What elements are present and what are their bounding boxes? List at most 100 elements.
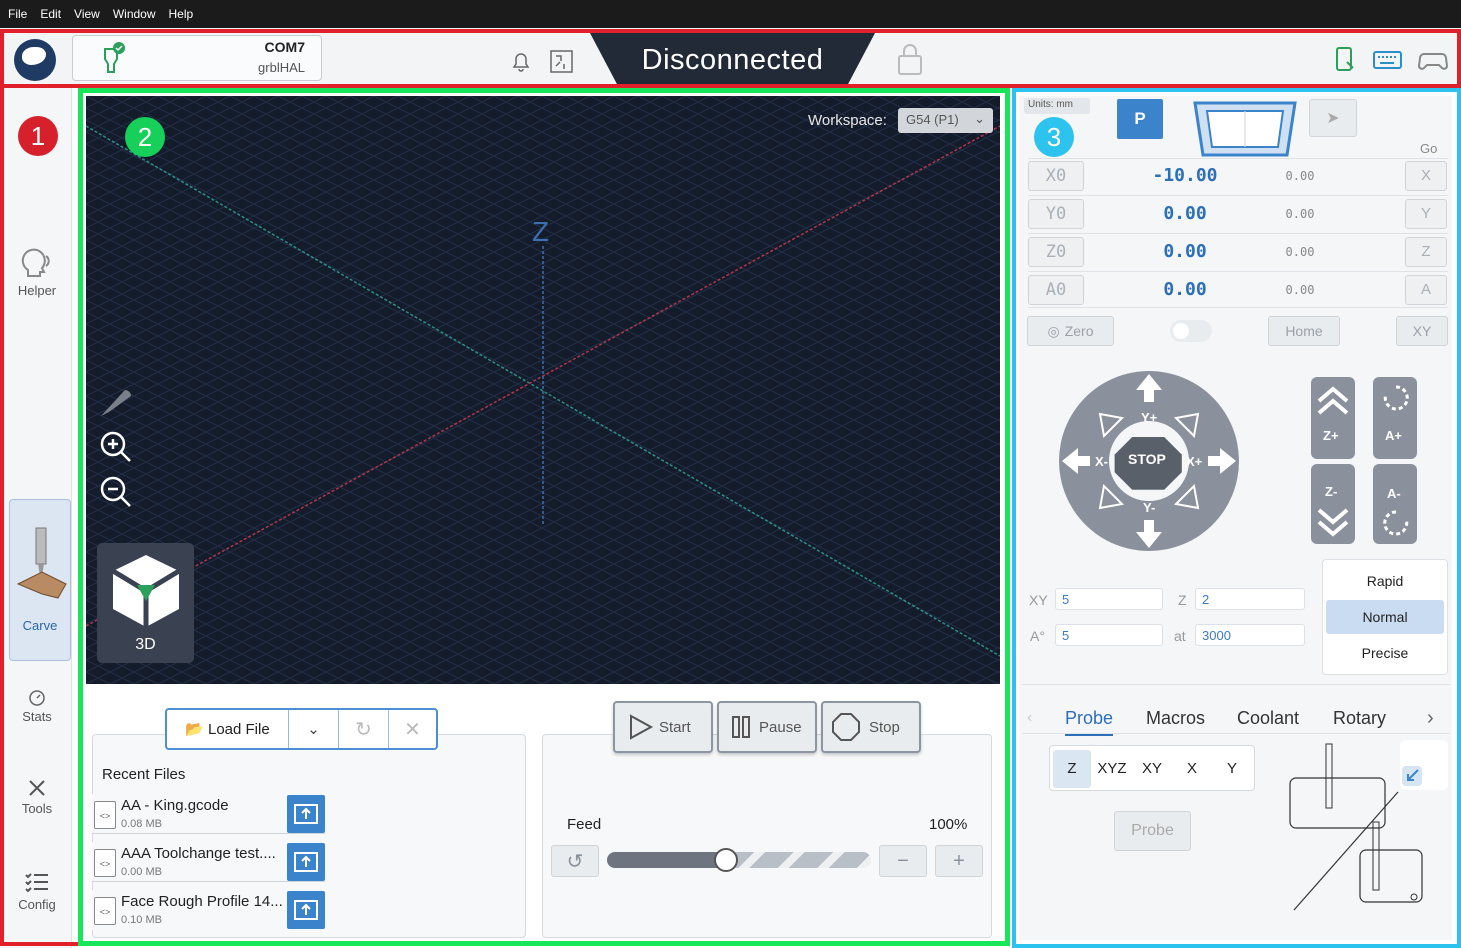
visualizer-canvas[interactable]	[86, 96, 1000, 684]
recent-file-item[interactable]: <> AAA Toolchange test.... 0.00 MB	[92, 842, 325, 882]
port-name: COM7	[264, 39, 305, 55]
workspace-select[interactable]: G54 (P1) ⌄	[898, 108, 993, 133]
a-position[interactable]: 0.00	[1130, 279, 1240, 300]
sidebar-item-helper[interactable]: Helper	[4, 248, 70, 304]
chevron-down-icon: ⌄	[974, 111, 985, 126]
annotation-badge-1: 1	[18, 116, 58, 156]
go-xy-button[interactable]: XY	[1396, 316, 1448, 346]
home-button[interactable]: Home	[1268, 316, 1340, 346]
jog-a-plus-button[interactable]: A+	[1373, 377, 1417, 459]
menu-help[interactable]: Help	[169, 7, 194, 21]
tab-macros[interactable]: Macros	[1146, 708, 1205, 729]
menu-edit[interactable]: Edit	[40, 7, 61, 21]
gamepad-icon[interactable]	[1418, 50, 1448, 72]
jog-a-minus-button[interactable]: A-	[1373, 464, 1417, 544]
speed-precise[interactable]: Precise	[1326, 636, 1444, 670]
firmware-board-icon[interactable]	[550, 50, 574, 74]
open-recent-button[interactable]	[287, 843, 325, 881]
load-file-group: 📂 Load File ⌄ ↻ ✕	[165, 708, 438, 750]
close-icon: ✕	[404, 718, 421, 741]
speed-normal[interactable]: Normal	[1326, 600, 1444, 634]
zero-y-button[interactable]: Y0	[1028, 199, 1084, 229]
jog-a-minus-label: A-	[1387, 486, 1401, 501]
feed-reset-button[interactable]: ↺	[551, 845, 599, 877]
y-position[interactable]: 0.00	[1130, 203, 1240, 224]
view-3d-button[interactable]: 3D	[97, 543, 194, 663]
reload-button[interactable]: ↻	[339, 710, 389, 748]
go-x-button[interactable]: X	[1405, 161, 1447, 191]
z-step-input[interactable]: 2	[1195, 588, 1305, 610]
zoom-out-icon[interactable]	[99, 475, 133, 509]
sidebar-item-label: Carve	[22, 618, 58, 633]
jog-y-minus[interactable]: Y-	[1143, 500, 1155, 515]
sidebar-item-config[interactable]: Config	[4, 870, 70, 920]
go-z-button[interactable]: Z	[1405, 237, 1447, 267]
jog-z-minus-button[interactable]: Z-	[1311, 464, 1355, 544]
stop-button[interactable]: Stop	[821, 701, 921, 753]
tabs-next-icon[interactable]: ›	[1427, 707, 1434, 730]
jog-stop-button[interactable]: STOP	[1128, 451, 1166, 467]
workspace-p-button[interactable]: P	[1117, 99, 1163, 139]
probe-button[interactable]: Probe	[1114, 811, 1191, 851]
sidebar-item-stats[interactable]: Stats	[4, 688, 70, 728]
pause-button[interactable]: Pause	[717, 701, 817, 753]
load-file-button[interactable]: 📂 Load File	[167, 710, 289, 748]
bell-icon[interactable]	[510, 50, 532, 74]
a-machine-position: 0.00	[1285, 283, 1315, 297]
workspace-label: Workspace:	[808, 112, 887, 129]
probe-type-z[interactable]: Z	[1053, 750, 1091, 788]
tab-coolant[interactable]: Coolant	[1237, 708, 1299, 729]
a-step-input[interactable]: 5	[1055, 624, 1163, 646]
feed-slider[interactable]	[607, 848, 871, 872]
menu-file[interactable]: File	[8, 7, 27, 21]
sidebar-item-tools[interactable]: Tools	[4, 778, 70, 822]
jog-x-plus[interactable]: X+	[1186, 454, 1202, 469]
zero-a-button[interactable]: A0	[1028, 275, 1084, 305]
jog-z-plus-button[interactable]: Z+	[1311, 377, 1355, 459]
firmware-name: grblHAL	[258, 60, 305, 75]
open-recent-button[interactable]	[287, 891, 325, 929]
folder-upload-icon	[294, 852, 318, 872]
zero-toggle[interactable]	[1170, 320, 1212, 342]
send-location-button[interactable]: ➤	[1309, 99, 1357, 137]
jog-y-plus[interactable]: Y+	[1141, 410, 1157, 425]
menu-view[interactable]: View	[74, 7, 100, 21]
start-button[interactable]: Start	[613, 701, 713, 753]
zoom-in-icon[interactable]	[99, 430, 133, 464]
tabs-prev-icon[interactable]: ‹	[1027, 709, 1032, 727]
remote-phone-icon[interactable]	[1335, 46, 1357, 74]
zero-z-button[interactable]: Z0	[1028, 237, 1084, 267]
zero-all-button[interactable]: ◎ Zero	[1027, 316, 1114, 346]
go-y-button[interactable]: Y	[1405, 199, 1447, 229]
open-recent-button[interactable]	[287, 795, 325, 833]
recent-file-item[interactable]: <> AA - King.gcode 0.08 MB	[92, 794, 325, 834]
jog-feed-input[interactable]: 3000	[1195, 624, 1305, 646]
recent-file-item[interactable]: <> Face Rough Profile 14... 0.10 MB	[92, 890, 325, 930]
x-position[interactable]: -10.00	[1130, 165, 1240, 186]
feed-slider-thumb[interactable]	[714, 848, 738, 872]
xy-step-input[interactable]: 5	[1055, 588, 1163, 610]
z-position[interactable]: 0.00	[1130, 241, 1240, 262]
lock-icon[interactable]	[897, 42, 925, 76]
go-a-button[interactable]: A	[1405, 275, 1447, 305]
probe-type-xy[interactable]: XY	[1133, 750, 1171, 788]
workspace-diagram-icon[interactable]	[1185, 101, 1307, 157]
probe-type-x[interactable]: X	[1173, 750, 1211, 788]
speed-rapid[interactable]: Rapid	[1326, 564, 1444, 598]
connection-selector[interactable]: COM7 grblHAL	[72, 35, 322, 81]
probe-type-y[interactable]: Y	[1213, 750, 1251, 788]
feather-icon[interactable]	[97, 382, 133, 418]
probe-type-xyz[interactable]: XYZ	[1093, 750, 1131, 788]
menu-window[interactable]: Window	[113, 7, 156, 21]
feed-increase-button[interactable]: +	[935, 845, 983, 877]
zero-x-button[interactable]: X0	[1028, 161, 1084, 191]
sidebar-item-carve[interactable]: Carve	[9, 499, 71, 661]
tab-probe[interactable]: Probe	[1065, 708, 1114, 736]
feed-decrease-button[interactable]: −	[879, 845, 927, 877]
tab-rotary[interactable]: Rotary	[1333, 708, 1386, 729]
keyboard-icon[interactable]	[1373, 50, 1403, 72]
close-file-button[interactable]: ✕	[389, 710, 436, 748]
minus-icon: −	[897, 849, 909, 872]
jog-x-minus[interactable]: X-	[1095, 454, 1108, 469]
load-options-button[interactable]: ⌄	[289, 710, 339, 748]
